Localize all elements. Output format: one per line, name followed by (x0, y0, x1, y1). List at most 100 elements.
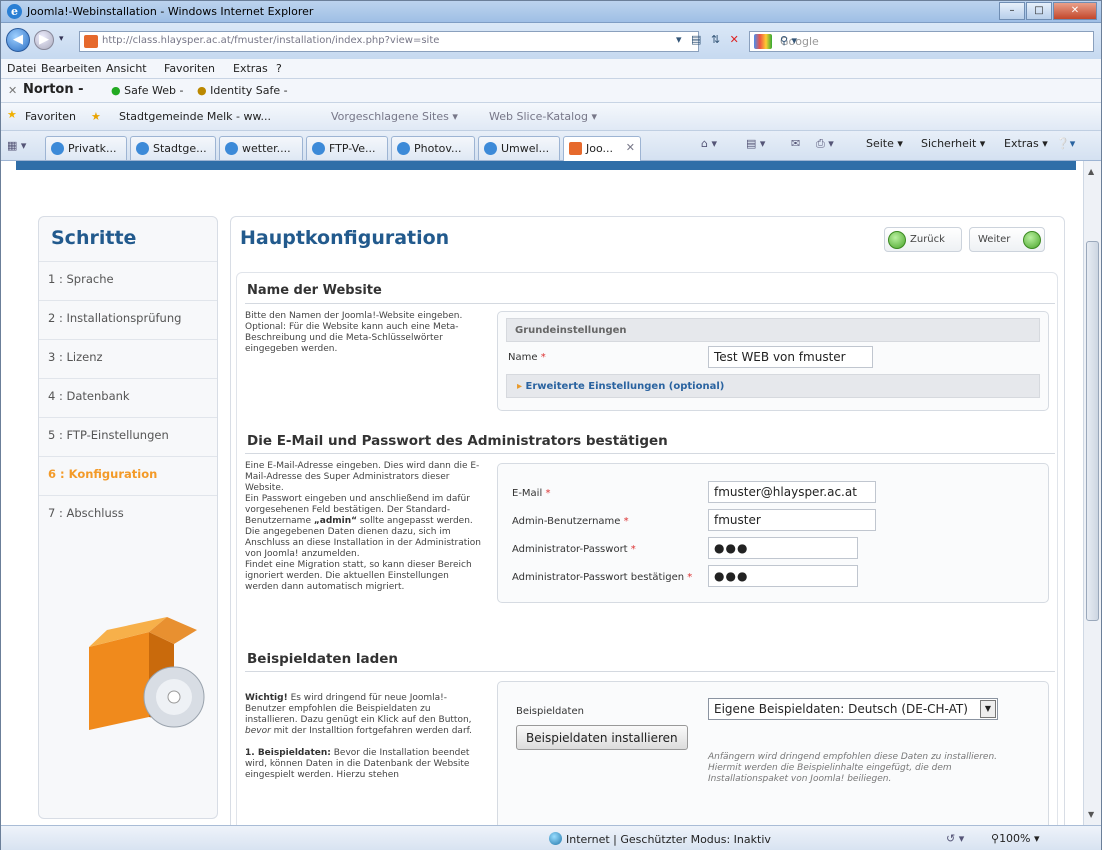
extras-menu[interactable]: Extras ▾ (1004, 137, 1048, 150)
step-sprache[interactable]: 1 : Sprache (39, 261, 217, 300)
menu-ansicht[interactable]: Ansicht (106, 62, 147, 75)
mail-icon[interactable]: ✉ (791, 137, 800, 150)
close-button[interactable]: ✕ (1053, 2, 1097, 20)
step-abschluss[interactable]: 7 : Abschluss (39, 495, 217, 534)
back-arrow-icon (888, 231, 906, 249)
scroll-up-icon[interactable]: ▲ (1088, 167, 1094, 176)
username-label: Admin-Benutzername * (512, 516, 629, 527)
back-button[interactable]: Zurück (884, 227, 962, 252)
search-input[interactable]: Google ⚲ ▾ (749, 31, 1094, 52)
menu-favoriten[interactable]: Favoriten (164, 62, 215, 75)
password-input[interactable]: ●●● (708, 537, 858, 559)
scroll-down-icon[interactable]: ▼ (1088, 810, 1094, 819)
tab-ftp[interactable]: FTP-Ve... (306, 136, 388, 160)
email-input[interactable]: fmuster@hlaysper.ac.at (708, 481, 876, 503)
required-marker: * (623, 516, 629, 527)
menu-bearbeiten[interactable]: Bearbeiten (41, 62, 101, 75)
tab-joomla-active[interactable]: Joo... ✕ (563, 136, 641, 161)
tab-photov[interactable]: Photov... (391, 136, 475, 160)
stop-icon[interactable]: ✕ (730, 33, 739, 46)
tab-icon (397, 142, 410, 155)
safe-web-button[interactable]: ● Safe Web - (111, 84, 183, 97)
basic-settings-heading: Grundeinstellungen (506, 318, 1040, 342)
install-package-icon (89, 617, 205, 730)
url-buttons: ▾ ▤ ⇅ ✕ (676, 33, 739, 46)
identity-safe-label: Identity Safe - (210, 84, 288, 97)
compat-view-icon[interactable]: ▤ (691, 33, 701, 46)
url-input[interactable]: http://class.hlaysper.ac.at/fmuster/inst… (79, 31, 699, 52)
name-label-text: Name (508, 352, 538, 363)
address-bar-area: ◀ ▶ ▾ http://class.hlaysper.ac.at/fmuste… (1, 23, 1101, 59)
username-input[interactable]: fmuster (708, 509, 876, 531)
back-nav-button[interactable]: ◀ (6, 28, 30, 52)
required-marker: * (630, 544, 636, 555)
add-favorite-icon[interactable]: ★ (91, 110, 101, 123)
menu-datei[interactable]: Datei (7, 62, 36, 75)
tab-icon (136, 142, 149, 155)
install-sample-data-button[interactable]: Beispieldaten installieren (516, 725, 688, 750)
norton-menu[interactable]: Norton - (23, 82, 84, 97)
history-dropdown-icon[interactable]: ▾ (59, 34, 64, 44)
tab-icon (569, 142, 582, 155)
url-dropdown-icon[interactable]: ▾ (676, 33, 682, 46)
tab-stadtge[interactable]: Stadtge... (130, 136, 216, 160)
google-icon (754, 34, 772, 49)
step-ftp[interactable]: 5 : FTP-Einstellungen (39, 417, 217, 456)
fav-item-stadtgemeinde[interactable]: Stadtgemeinde Melk - ww... (119, 110, 271, 123)
quick-tabs-icon[interactable]: ▦ ▾ (7, 139, 26, 152)
sicherheit-menu[interactable]: Sicherheit ▾ (921, 137, 985, 150)
step-installationspruefung[interactable]: 2 : Installationsprüfung (39, 300, 217, 339)
zoom-level[interactable]: ⚲100% ▾ (991, 832, 1040, 845)
tab-umwel[interactable]: Umwel... (478, 136, 560, 160)
zoom-icon: ⚲ (991, 832, 1000, 845)
step-datenbank[interactable]: 4 : Datenbank (39, 378, 217, 417)
seite-menu[interactable]: Seite ▾ (866, 137, 903, 150)
close-tab-icon[interactable]: ✕ (626, 141, 635, 154)
password-label-text: Administrator-Passwort (512, 544, 628, 555)
sample-data-select[interactable]: Eigene Beispieldaten: Deutsch (DE-CH-AT)… (708, 698, 998, 720)
favorites-button[interactable]: Favoriten (25, 110, 76, 123)
print-icon[interactable]: ⎙ ▾ (816, 137, 834, 151)
favorites-star-icon: ★ (7, 108, 17, 121)
security-zone[interactable]: Internet | Geschützter Modus: Inaktiv (549, 832, 771, 846)
tab-label: wetter.... (242, 142, 291, 155)
fav-item-webslice[interactable]: Web Slice-Katalog ▾ (489, 110, 597, 123)
password-confirm-input[interactable]: ●●● (708, 565, 858, 587)
tab-icon (51, 142, 64, 155)
sample-data-note: Anfängern wird dringend empfohlen diese … (708, 752, 998, 784)
norton-toolbar: ✕ Norton - ● Safe Web - ● Identity Safe … (1, 79, 1101, 103)
site-name-heading: Name der Website (247, 283, 382, 298)
close-toolbar-icon[interactable]: ✕ (8, 84, 17, 97)
tab-label: Joo... (586, 142, 614, 155)
email-label: E-Mail * (512, 488, 550, 499)
required-marker: * (540, 352, 546, 363)
admin-desc-bold: „admin“ (313, 516, 358, 526)
scroll-thumb[interactable] (1086, 241, 1099, 621)
fav-item-vorgeschlagene[interactable]: Vorgeschlagene Sites ▾ (331, 110, 458, 123)
help-icon[interactable]: ❔▾ (1056, 137, 1075, 150)
advanced-settings-toggle[interactable]: ▸ Erweiterte Einstellungen (optional) (506, 374, 1040, 398)
page-content: Schritte 1 : Sprache 2 : Installationspr… (1, 161, 1083, 825)
next-button[interactable]: Weiter (969, 227, 1045, 252)
required-marker: * (545, 488, 551, 499)
refresh-icon[interactable]: ⇅ (711, 33, 720, 46)
site-name-input[interactable]: Test WEB von fmuster (708, 346, 873, 368)
step-lizenz[interactable]: 3 : Lizenz (39, 339, 217, 378)
tab-privatk[interactable]: Privatk... (45, 136, 127, 160)
identity-safe-button[interactable]: ● Identity Safe - (197, 84, 288, 97)
menu-extras[interactable]: Extras (233, 62, 268, 75)
tab-wetter[interactable]: wetter.... (219, 136, 303, 160)
zone-settings-icon[interactable]: ↺ ▾ (946, 832, 964, 845)
menu-help[interactable]: ? (276, 62, 282, 75)
sample-data-heading: Beispieldaten laden (247, 651, 399, 667)
sample-data-panel: Beispieldaten Eigene Beispieldaten: Deut… (497, 681, 1049, 825)
search-icon[interactable]: ⚲ ▾ (780, 34, 1087, 47)
vertical-scrollbar[interactable]: ▲ ▼ (1083, 161, 1101, 825)
admin-panel: E-Mail * fmuster@hlaysper.ac.at Admin-Be… (497, 463, 1049, 603)
password-confirm-label-text: Administrator-Passwort bestätigen (512, 572, 685, 583)
forward-nav-button[interactable]: ▶ (34, 30, 54, 50)
home-icon[interactable]: ⌂ ▾ (701, 137, 717, 150)
maximize-button[interactable]: □ (1026, 2, 1052, 20)
feeds-icon[interactable]: ▤ ▾ (746, 137, 765, 150)
minimize-button[interactable]: – (999, 2, 1025, 20)
